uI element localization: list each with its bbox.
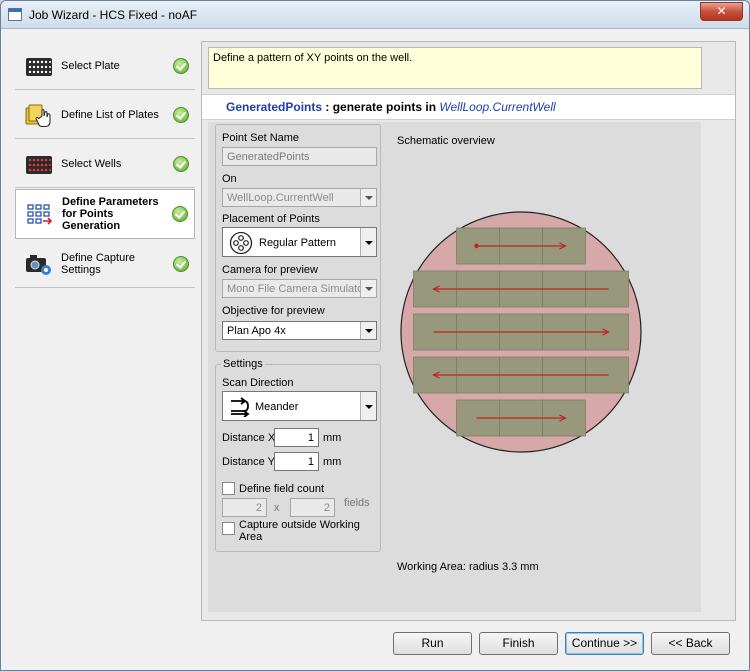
scan-start-point xyxy=(474,243,479,249)
camera-value: Mono File Camera Simulator xyxy=(227,283,367,295)
objective-value: Plan Apo 4x xyxy=(227,325,286,337)
capture-outside-checkbox[interactable] xyxy=(222,522,235,535)
objective-label: Objective for preview xyxy=(222,305,325,317)
distance-x-unit: mm xyxy=(323,432,342,444)
define-field-count-label: Define field count xyxy=(239,483,324,495)
step-define-capture-settings[interactable]: Define Capture Settings xyxy=(15,240,195,288)
step-label: Define Parameters for Points Generation xyxy=(62,196,159,232)
on-select: WellLoop.CurrentWell xyxy=(222,188,377,207)
settings-group-title: Settings xyxy=(221,358,265,370)
capture-outside-label: Capture outside Working Area xyxy=(239,519,360,543)
distance-y-input[interactable]: 1 xyxy=(274,452,319,471)
check-complete-icon xyxy=(173,106,189,123)
step-select-plate[interactable]: Select Plate xyxy=(15,42,195,90)
finish-button[interactable]: Finish xyxy=(479,632,558,655)
parameters-content: Point Set Name GeneratedPoints On WellLo… xyxy=(208,122,701,612)
well-schematic xyxy=(400,211,642,453)
app-window-icon xyxy=(8,8,22,21)
placement-label: Placement of Points xyxy=(222,213,320,225)
field-count-x-input: 2 xyxy=(222,498,267,517)
chevron-down-icon xyxy=(360,189,376,206)
main-panel: Define a pattern of XY points on the wel… xyxy=(201,41,736,621)
command-name: GeneratedPoints xyxy=(226,100,323,114)
continue-button[interactable]: Continue >> xyxy=(565,632,644,655)
point-set-name-label: Point Set Name xyxy=(222,132,300,144)
description-box: Define a pattern of XY points on the wel… xyxy=(208,47,702,89)
plate-grid-icon xyxy=(26,58,52,76)
scan-direction-value: Meander xyxy=(255,401,299,413)
distance-x-label: Distance X xyxy=(222,432,276,444)
placement-value: Regular Pattern xyxy=(259,237,337,249)
distance-y-label: Distance Y xyxy=(222,456,275,468)
distance-x-input[interactable]: 1 xyxy=(274,428,319,447)
objective-select[interactable]: Plan Apo 4x xyxy=(222,321,377,340)
field-count-times: x xyxy=(274,502,280,514)
points-generation-icon xyxy=(27,204,53,225)
on-select-value: WellLoop.CurrentWell xyxy=(227,192,334,204)
wizard-steps-sidebar: Select Plate Define List of Plates Selec… xyxy=(15,42,195,292)
step-define-parameters-points[interactable]: Define Parameters for Points Generation xyxy=(15,189,195,239)
command-separator: : generate points in xyxy=(322,100,440,114)
command-summary-bar: GeneratedPoints : generate points in Wel… xyxy=(202,94,735,120)
schematic-title: Schematic overview xyxy=(397,135,495,147)
meander-icon xyxy=(231,397,250,417)
point-set-group: Point Set Name GeneratedPoints On WellLo… xyxy=(215,124,381,352)
check-complete-icon xyxy=(173,255,189,272)
scan-direction-select[interactable]: Meander xyxy=(222,391,377,421)
step-label: Define List of Plates xyxy=(61,108,159,121)
camera-settings-icon xyxy=(26,255,51,275)
define-field-count-checkbox[interactable] xyxy=(222,482,235,495)
step-label: Define Capture Settings xyxy=(61,251,135,276)
camera-select: Mono File Camera Simulator xyxy=(222,279,377,298)
step-label: Select Plate xyxy=(61,59,120,72)
wizard-footer: Run Finish Continue >> << Back xyxy=(8,628,742,664)
settings-group: Settings Scan Direction Meander Distance… xyxy=(215,358,381,552)
check-complete-icon xyxy=(172,206,188,222)
check-complete-icon xyxy=(173,57,189,74)
field-count-y-input: 2 xyxy=(290,498,335,517)
plate-list-hand-icon xyxy=(25,104,51,127)
chevron-down-icon[interactable] xyxy=(360,228,376,256)
schematic-preview: Schematic overview Working Area: radius … xyxy=(388,132,693,602)
working-area-text: Working Area: radius 3.3 mm xyxy=(397,561,539,573)
point-set-name-field: GeneratedPoints xyxy=(222,147,377,166)
close-button[interactable]: ✕ xyxy=(700,2,743,21)
scan-direction-label: Scan Direction xyxy=(222,377,294,389)
wells-grid-icon xyxy=(26,156,52,174)
on-label: On xyxy=(222,173,237,185)
check-complete-icon xyxy=(173,155,189,172)
title-bar[interactable]: Job Wizard - HCS Fixed - noAF ✕ xyxy=(1,1,749,29)
chevron-down-icon[interactable] xyxy=(360,392,376,420)
distance-y-unit: mm xyxy=(323,456,342,468)
regular-pattern-icon xyxy=(229,231,253,255)
field-count-unit: fields xyxy=(344,497,370,509)
run-button[interactable]: Run xyxy=(393,632,472,655)
chevron-down-icon xyxy=(360,280,376,297)
camera-label: Camera for preview xyxy=(222,264,318,276)
window-title: Job Wizard - HCS Fixed - noAF xyxy=(29,8,198,22)
step-select-wells[interactable]: Select Wells xyxy=(15,140,195,188)
step-label: Select Wells xyxy=(61,157,122,170)
chevron-down-icon[interactable] xyxy=(360,322,376,339)
job-wizard-window: Job Wizard - HCS Fixed - noAF ✕ Select P… xyxy=(0,0,750,671)
back-button[interactable]: << Back xyxy=(651,632,730,655)
command-target-link[interactable]: WellLoop.CurrentWell xyxy=(439,100,555,114)
wizard-client-area: Select Plate Define List of Plates Selec… xyxy=(8,30,742,664)
step-define-list-of-plates[interactable]: Define List of Plates xyxy=(15,91,195,139)
placement-select[interactable]: Regular Pattern xyxy=(222,227,377,257)
